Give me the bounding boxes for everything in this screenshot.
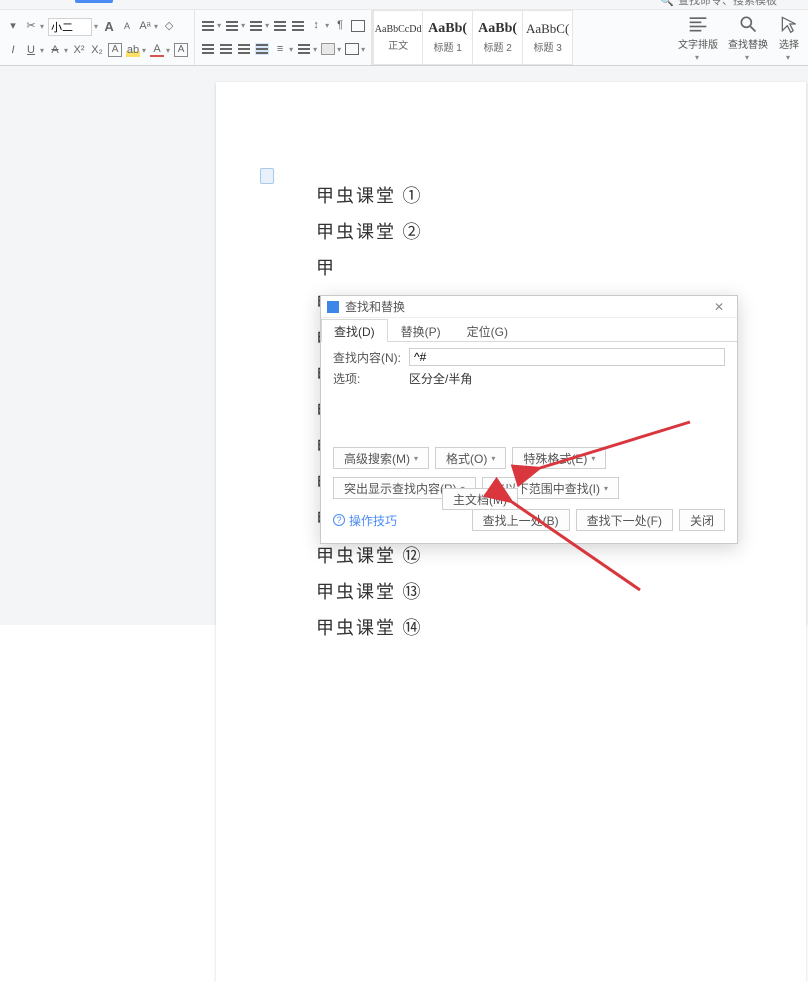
- doc-line[interactable]: 甲: [316, 250, 706, 286]
- style-preview: AaBbC(: [526, 21, 569, 37]
- strike-icon[interactable]: A: [48, 43, 62, 57]
- menu-member[interactable]: 会员专享: [423, 0, 483, 3]
- menu-view[interactable]: 视图: [287, 0, 325, 3]
- styles-group: AaBbCcDd 正文 AaBb( 标题 1 AaBb( 标题 2 AaBbC(…: [372, 10, 573, 65]
- borders-icon[interactable]: [345, 43, 359, 55]
- numbering-icon[interactable]: [225, 20, 239, 32]
- superscript-icon[interactable]: X²: [72, 43, 86, 57]
- style-preview: AaBb(: [428, 21, 467, 37]
- find-content-label: 查找内容(N):: [333, 349, 405, 366]
- find-next-button[interactable]: 查找下一处(F): [576, 509, 673, 531]
- text-layout-button[interactable]: 文字排版▾: [678, 14, 718, 62]
- line-spacing-icon[interactable]: ≡: [273, 42, 287, 56]
- multilevel-icon[interactable]: [249, 20, 263, 32]
- menu-dev[interactable]: 开发工具: [363, 0, 423, 3]
- doc-line[interactable]: 甲虫课堂 ⑭: [316, 610, 706, 646]
- tab-goto[interactable]: 定位(G): [454, 319, 521, 342]
- menu-start[interactable]: 开始: [75, 0, 113, 3]
- underline-icon[interactable]: U: [24, 43, 38, 57]
- select-button[interactable]: 选择▾: [778, 14, 800, 62]
- style-label: 正文: [388, 37, 408, 52]
- command-search[interactable]: 🔍: [660, 0, 798, 7]
- menu-insert[interactable]: 插入: [113, 0, 151, 3]
- distribute-icon[interactable]: [297, 43, 311, 55]
- paragraph-group: ▾ ▾ ▾ ↕ ▾ ¶ ≡▾ ▾ ▾ ▾: [195, 10, 372, 65]
- char-shading-icon[interactable]: A: [108, 43, 122, 57]
- dialog-app-icon: [327, 301, 339, 313]
- doc-line[interactable]: 甲虫课堂 ②: [316, 214, 706, 250]
- align-center-icon[interactable]: [219, 43, 233, 55]
- insert-table-icon[interactable]: [351, 20, 365, 32]
- bullets-icon[interactable]: [201, 20, 215, 32]
- align-justify-icon[interactable]: [255, 43, 269, 55]
- paste-icon[interactable]: ▾: [6, 20, 20, 34]
- style-heading1[interactable]: AaBb( 标题 1: [423, 10, 473, 65]
- clear-format-icon[interactable]: ◇: [162, 20, 176, 34]
- ribbon: ▾ ✂ ▾ ▾ A A Aᵃ ▾ ◇ I U ▾ A ▾ X² X₂ A ab …: [0, 10, 808, 66]
- menu-chapter[interactable]: 章节: [325, 0, 363, 3]
- find-replace-button[interactable]: 查找替换▾: [728, 14, 768, 62]
- format-button[interactable]: 格式(O)▾: [435, 447, 506, 469]
- search-icon: 🔍: [660, 0, 674, 7]
- increase-indent-icon[interactable]: [273, 20, 287, 32]
- doc-line[interactable]: 甲虫课堂 ①: [316, 178, 706, 214]
- shading-icon[interactable]: [321, 43, 335, 55]
- find-content-input[interactable]: [409, 348, 725, 366]
- style-heading2[interactable]: AaBb( 标题 2: [473, 10, 523, 65]
- style-preview: AaBbCcDd: [375, 24, 422, 35]
- options-value: 区分全/半角: [409, 370, 472, 387]
- dialog-titlebar[interactable]: 查找和替换 ✕: [321, 296, 737, 318]
- sort-icon[interactable]: ↕: [309, 19, 323, 33]
- options-label: 选项:: [333, 370, 405, 387]
- dialog-body: 查找内容(N): 选项: 区分全/半角 高级搜索(M)▾ 格式(O)▾ 特殊格式…: [321, 342, 737, 543]
- font-group: ▾ ✂ ▾ ▾ A A Aᵃ ▾ ◇ I U ▾ A ▾ X² X₂ A ab …: [0, 10, 195, 65]
- special-format-button[interactable]: 特殊格式(E)▾: [512, 447, 606, 469]
- advanced-search-button[interactable]: 高级搜索(M)▾: [333, 447, 429, 469]
- cut-icon[interactable]: ✂: [24, 20, 38, 34]
- style-label: 标题 1: [433, 39, 461, 54]
- find-replace-dialog: 查找和替换 ✕ 查找(D) 替换(P) 定位(G) 查找内容(N): 选项: 区…: [320, 295, 738, 544]
- align-right-icon[interactable]: [237, 43, 251, 55]
- dialog-title-text: 查找和替换: [345, 298, 405, 315]
- decrease-font-icon[interactable]: A: [120, 20, 134, 34]
- page-nav-icon[interactable]: [260, 168, 274, 184]
- increase-font-icon[interactable]: A: [102, 20, 116, 34]
- style-body[interactable]: AaBbCcDd 正文: [373, 10, 423, 65]
- right-tools: 文字排版▾ 查找替换▾ 选择▾: [670, 10, 808, 65]
- style-preview: AaBb(: [478, 21, 517, 37]
- char-border-icon[interactable]: A: [174, 43, 188, 57]
- close-button[interactable]: 关闭: [679, 509, 725, 531]
- document-area: 甲虫课堂 ① 甲虫课堂 ② 甲 甲 甲 甲 甲 甲虫课堂 ⑩ 甲虫课堂 ⑩ 甲虫…: [0, 66, 808, 625]
- tab-replace[interactable]: 替换(P): [388, 319, 454, 342]
- menu-reference[interactable]: 引用: [211, 0, 249, 3]
- doc-line[interactable]: 甲虫课堂 ⑬: [316, 574, 706, 610]
- tab-find[interactable]: 查找(D): [321, 319, 388, 342]
- italic-icon[interactable]: I: [6, 43, 20, 57]
- style-label: 标题 3: [533, 39, 561, 54]
- font-color-icon[interactable]: A: [150, 43, 164, 57]
- menubar: 开始 插入 页面布局 引用 审阅 视图 章节 开发工具 会员专享 🔍: [0, 0, 808, 10]
- dialog-tabs: 查找(D) 替换(P) 定位(G): [321, 318, 737, 342]
- show-marks-icon[interactable]: ¶: [333, 19, 347, 33]
- help-link[interactable]: ? 操作技巧: [333, 512, 397, 529]
- scope-main-doc-item[interactable]: 主文档(M): [442, 488, 518, 510]
- change-case-icon[interactable]: Aᵃ: [138, 20, 152, 34]
- decrease-indent-icon[interactable]: [291, 20, 305, 32]
- help-icon: ?: [333, 514, 345, 526]
- menu-layout[interactable]: 页面布局: [151, 0, 211, 3]
- align-left-icon[interactable]: [201, 43, 215, 55]
- style-heading3[interactable]: AaBbC( 标题 3: [523, 10, 573, 65]
- style-label: 标题 2: [483, 39, 511, 54]
- highlight-icon[interactable]: ab: [126, 43, 140, 57]
- dialog-close-button[interactable]: ✕: [705, 296, 733, 318]
- font-size-select[interactable]: [48, 18, 92, 36]
- find-prev-button[interactable]: 查找上一处(B): [472, 509, 570, 531]
- subscript-icon[interactable]: X₂: [90, 43, 104, 57]
- menu-review[interactable]: 审阅: [249, 0, 287, 3]
- command-search-input[interactable]: [678, 0, 798, 7]
